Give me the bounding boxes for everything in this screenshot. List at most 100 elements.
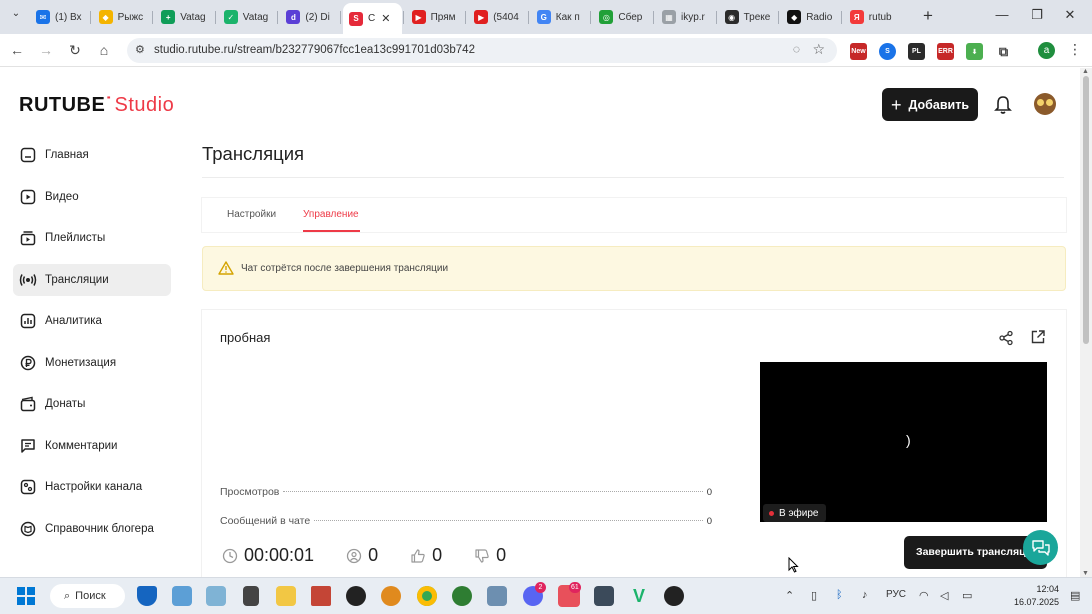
taskbar-clock[interactable]: 12:04 16.07.2025	[1011, 583, 1059, 609]
tab-settings[interactable]: Настройки	[227, 209, 276, 220]
calendar-icon[interactable]	[594, 586, 614, 606]
windows-taskbar: ⌕ Поиск 2 61 V ⌃ ▯ ᛒ ♪ РУС ◠ ◁ ▭ 12:04 1…	[0, 577, 1092, 614]
browser-tab[interactable]: + Vatag	[155, 5, 214, 29]
extension-s-icon[interactable]: S	[879, 43, 896, 60]
tray-overflow-icon[interactable]: ⌃	[785, 589, 794, 602]
tab-separator	[402, 11, 404, 24]
close-window-icon[interactable]: ✕	[1062, 7, 1078, 23]
extensions-puzzle-icon[interactable]: ⧉	[995, 43, 1012, 60]
sidebar-item-blogger-guide[interactable]: Справочник блогера	[13, 513, 171, 545]
extension-pl-icon[interactable]: PL	[908, 43, 925, 60]
notifications-bell-icon[interactable]	[994, 95, 1012, 115]
sidebar-item-monetization[interactable]: Монетизация	[13, 347, 171, 379]
app-circle-icon[interactable]	[346, 586, 366, 606]
home-button[interactable]: ⌂	[95, 41, 113, 59]
sidebar-item-home[interactable]: Главная	[13, 139, 171, 171]
browser-tab[interactable]: Яrutub	[844, 5, 903, 29]
tab-separator	[778, 11, 780, 24]
app-window-icon[interactable]	[487, 586, 507, 606]
new-tab-button[interactable]: +	[918, 7, 938, 27]
sidebar-item-playlists[interactable]: Плейлисты	[13, 222, 171, 254]
profile-avatar[interactable]: a	[1038, 42, 1055, 59]
rutube-studio-logo[interactable]: RUTUBE˙ Studio	[19, 94, 174, 117]
calculator-icon[interactable]	[243, 586, 259, 606]
app-dark-icon[interactable]	[664, 586, 684, 606]
browser-tab[interactable]: ✉ (1) Вх	[30, 5, 89, 29]
close-tab-icon[interactable]: ✕	[381, 12, 390, 25]
browser-tab-active[interactable]: S C ✕	[343, 3, 402, 34]
tab-management[interactable]: Управление	[303, 209, 359, 220]
file-explorer-icon[interactable]	[276, 586, 296, 606]
tray-usb-icon[interactable]: ▯	[811, 589, 817, 602]
app-photo-icon[interactable]	[172, 586, 192, 606]
title-divider	[202, 177, 1064, 178]
chrome-icon[interactable]	[417, 586, 437, 606]
tab-favicon-icon: ▶	[411, 10, 426, 24]
tab-title: Сбер	[618, 11, 643, 23]
browser-menu-icon[interactable]: ⋮	[1068, 41, 1082, 58]
browser-tab[interactable]: ▶ Прям	[406, 5, 465, 29]
sidebar-item-video[interactable]: Видео	[13, 181, 171, 213]
browser-toolbar: ← → ↻ ⌂ ⚙ studio.rutube.ru/stream/b23277…	[0, 34, 1092, 67]
sidebar-item-broadcasts[interactable]: Трансляции	[13, 263, 171, 296]
scroll-up-icon[interactable]: ▲	[1082, 68, 1089, 75]
browser-tab[interactable]: ◉ Треке	[719, 5, 778, 29]
mouse-cursor-icon	[788, 557, 799, 573]
page-scrollbar[interactable]: ▲ ▼	[1080, 68, 1092, 577]
reload-button[interactable]: ↻	[66, 41, 84, 59]
minimize-icon[interactable]: —	[994, 7, 1010, 22]
defender-icon[interactable]	[137, 586, 157, 606]
sidebar-item-channel-settings[interactable]: Настройки канала	[13, 471, 171, 503]
tab-favicon-icon: ◎	[599, 10, 614, 24]
browser-tab[interactable]: d (2) Di	[280, 5, 339, 29]
sidebar-item-comments[interactable]: Комментарии	[13, 430, 171, 462]
extension-err-icon[interactable]: ERR	[937, 43, 954, 60]
browser-tab[interactable]: G Как п	[531, 5, 590, 29]
viewers-value: 0	[368, 545, 379, 565]
loading-spinner: )	[906, 432, 911, 448]
wifi-icon[interactable]: ◠	[919, 589, 929, 602]
sidebar-item-donations[interactable]: Донаты	[13, 388, 171, 420]
tab-search-icon[interactable]: ⌄	[8, 8, 24, 24]
browser-tab[interactable]: ◆ Radio	[781, 5, 840, 29]
browser-tab[interactable]: ▶ (5404	[468, 5, 527, 29]
vatag-icon[interactable]: V	[629, 586, 649, 606]
tracking-off-icon[interactable]: ◌	[793, 42, 800, 56]
back-button[interactable]: ←	[8, 41, 26, 59]
browser-tab[interactable]: ◎ Сбер	[593, 5, 652, 29]
open-external-icon[interactable]	[1030, 329, 1046, 345]
battery-icon[interactable]: ▭	[962, 589, 972, 602]
microphone-icon[interactable]: ♪	[862, 589, 868, 601]
channel-avatar[interactable]	[1034, 93, 1056, 115]
speaker-icon[interactable]: ◁	[940, 589, 948, 602]
site-info-icon[interactable]: ⚙	[135, 43, 145, 56]
browser-tab[interactable]: ◆ Рыжс	[93, 5, 152, 29]
sidebar-item-analytics[interactable]: Аналитика	[13, 305, 171, 337]
add-button[interactable]: + Добавить	[882, 88, 978, 121]
search-app-icon[interactable]	[381, 586, 401, 606]
browser-tab-bar: ⌄ ✉ (1) Вх ◆ Рыжс + Vatag ✓ Vatag d (2) Di S C ✕ ▶ Пря…	[0, 0, 1092, 34]
app-monitor-icon[interactable]	[206, 586, 226, 606]
language-indicator[interactable]: РУС	[886, 589, 906, 600]
notifications-icon[interactable]: ▤	[1070, 589, 1080, 602]
address-bar[interactable]: ⚙ studio.rutube.ru/stream/b232779067fcc1…	[127, 38, 837, 63]
bookmark-star-icon[interactable]: ☆	[812, 41, 825, 58]
restore-icon[interactable]: ❐	[1029, 7, 1045, 23]
share-icon[interactable]	[998, 330, 1014, 346]
app-green-icon[interactable]	[452, 586, 472, 606]
support-chat-button[interactable]	[1023, 530, 1058, 565]
scroll-down-icon[interactable]: ▼	[1082, 570, 1089, 577]
scrollbar-thumb[interactable]	[1083, 76, 1089, 344]
audio-app-icon[interactable]	[311, 586, 331, 606]
stream-preview-player[interactable]: ) В эфире	[760, 362, 1047, 522]
extension-download-icon[interactable]: ⬇	[966, 43, 983, 60]
taskbar-search[interactable]: ⌕ Поиск	[50, 584, 125, 608]
extension-new-icon[interactable]: New	[850, 43, 867, 60]
browser-tab[interactable]: ▦ ikyp.r	[656, 5, 715, 29]
tab-favicon-icon: G	[536, 10, 551, 24]
browser-tab[interactable]: ✓ Vatag	[218, 5, 277, 29]
chat-bubbles-icon	[1031, 539, 1050, 556]
forward-button[interactable]: →	[37, 41, 55, 59]
start-button[interactable]	[17, 587, 35, 605]
bluetooth-icon[interactable]: ᛒ	[836, 589, 843, 601]
